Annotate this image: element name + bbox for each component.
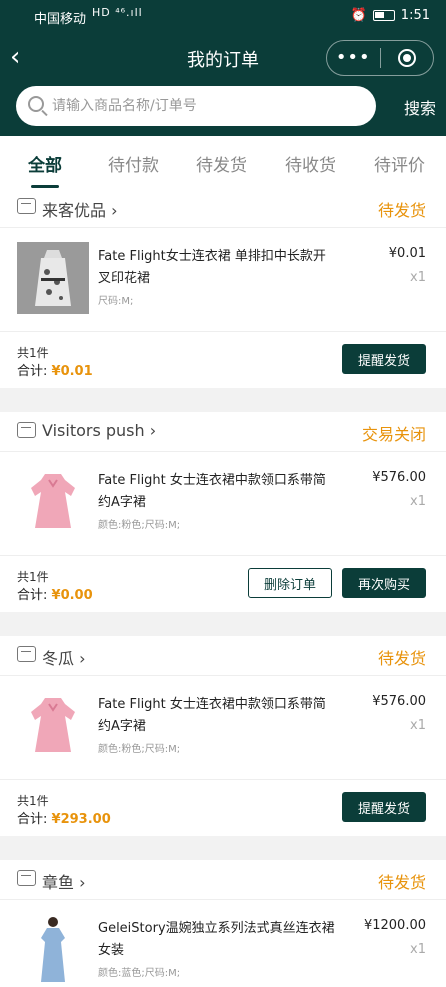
more-icon[interactable]: ••• [327,49,380,67]
product-spec: 颜色:蓝色;尺码:M; [98,968,181,979]
order-card: 章鱼 › 待发货 GeleiStory温婉独立系列法式真丝连衣裙女装 颜色:蓝色… [0,860,446,987]
order-summary: 共1件 合计: ¥0.00 删除订单 再次购买 [0,556,446,612]
shop-name[interactable]: 冬瓜 › [42,645,86,669]
product-qty: x1 [410,270,426,285]
order-status: 待发货 [377,873,426,892]
alarm-icon: ⏰ [350,8,367,23]
store-icon [17,870,36,886]
product-qty: x1 [410,942,426,957]
miniprogram-capsule: ••• [326,40,434,76]
product-image [17,242,89,314]
app-header: 中国移动 HD ⁴⁶.ıll ⏰ 1:51 ‹ 我的订单 ••• 搜索 [0,0,446,136]
nav-bar: ‹ 我的订单 ••• [0,38,446,78]
item-count: 共1件 [17,570,49,584]
tab-all[interactable]: 全部 [28,151,62,188]
order-total: 合计: ¥293.00 [17,812,111,827]
order-card: 冬瓜 › 待发货 Fate Flight 女士连衣裙中款领口系带简约A字裙 颜色… [0,636,446,836]
tab-pending-review[interactable]: 待评价 [374,151,425,176]
product-name: Fate Flight女士连衣裙 单排扣中长款开叉印花裙 [98,249,326,286]
product-image [17,466,89,538]
status-bar: 中国移动 HD ⁴⁶.ıll ⏰ 1:51 [0,0,446,32]
product-name: Fate Flight 女士连衣裙中款领口系带简约A字裙 [98,473,326,510]
item-count: 共1件 [17,346,49,360]
product-name: GeleiStory温婉独立系列法式真丝连衣裙女装 [98,921,335,958]
order-card: Visitors push › 交易关闭 Fate Flight 女士连衣裙中款… [0,412,446,612]
order-status: 待发货 [377,649,426,668]
shop-name[interactable]: 章鱼 › [42,869,86,893]
close-miniprogram-button[interactable] [381,49,434,67]
shop-line[interactable]: 来客优品 › 待发货 [0,188,446,228]
search-box[interactable] [16,86,376,126]
tab-pending-shipment[interactable]: 待发货 [196,151,247,176]
order-tabs: 全部 待付款 待发货 待收货 待评价 [0,136,446,188]
order-total: 合计: ¥0.00 [17,588,93,603]
product-qty: x1 [410,494,426,509]
remind-ship-button[interactable]: 提醒发货 [342,344,426,374]
shop-name[interactable]: 来客优品 › [42,197,118,221]
product-spec: 尺码:M; [98,296,134,307]
product-spec: 颜色:粉色;尺码:M; [98,744,181,755]
remind-ship-button[interactable]: 提醒发货 [342,792,426,822]
buy-again-button[interactable]: 再次购买 [342,568,426,598]
product-image [17,914,89,986]
order-status: 待发货 [377,201,426,220]
order-item[interactable]: Fate Flight女士连衣裙 单排扣中长款开叉印花裙 尺码:M; ¥0.01… [0,228,446,332]
store-icon [17,198,36,214]
store-icon [17,422,36,438]
clock: 1:51 [400,8,430,23]
shop-name[interactable]: Visitors push › [42,421,156,440]
shop-line[interactable]: 章鱼 › 待发货 [0,860,446,900]
tab-pending-payment[interactable]: 待付款 [108,151,159,176]
order-item[interactable]: Fate Flight 女士连衣裙中款领口系带简约A字裙 颜色:粉色;尺码:M;… [0,676,446,780]
product-price: ¥1200.00 [363,918,426,933]
search-row: 搜索 [16,86,436,126]
store-icon [17,646,36,662]
order-card: 来客优品 › 待发货 Fate Flight女士连衣裙 单排扣中长款开叉印花裙 … [0,188,446,388]
status-right: ⏰ 1:51 [351,8,430,23]
product-image [17,690,89,762]
search-button[interactable]: 搜索 [404,95,436,119]
product-price: ¥576.00 [372,470,426,485]
delete-order-button[interactable]: 删除订单 [248,568,332,598]
target-icon [397,49,416,67]
product-name: Fate Flight 女士连衣裙中款领口系带简约A字裙 [98,697,326,734]
order-total: 合计: ¥0.01 [17,364,93,379]
battery-icon [372,10,395,21]
shop-line[interactable]: Visitors push › 交易关闭 [0,412,446,452]
carrier-label: 中国移动 [34,12,87,27]
product-qty: x1 [410,718,426,733]
order-item[interactable]: GeleiStory温婉独立系列法式真丝连衣裙女装 颜色:蓝色;尺码:M; ¥1… [0,900,446,987]
product-price: ¥576.00 [372,694,426,709]
search-input[interactable] [52,92,362,120]
product-price: ¥0.01 [388,246,426,261]
order-item[interactable]: Fate Flight 女士连衣裙中款领口系带简约A字裙 颜色:粉色;尺码:M;… [0,452,446,556]
item-count: 共1件 [17,794,49,808]
signal-icon: HD ⁴⁶.ıll [92,6,143,19]
product-spec: 颜色:粉色;尺码:M; [98,520,181,531]
shop-line[interactable]: 冬瓜 › 待发货 [0,636,446,676]
tab-pending-receipt[interactable]: 待收货 [285,151,336,176]
order-status: 交易关闭 [361,425,426,444]
order-summary: 共1件 合计: ¥293.00 提醒发货 [0,780,446,836]
search-icon [28,96,44,112]
order-summary: 共1件 合计: ¥0.01 提醒发货 [0,332,446,388]
